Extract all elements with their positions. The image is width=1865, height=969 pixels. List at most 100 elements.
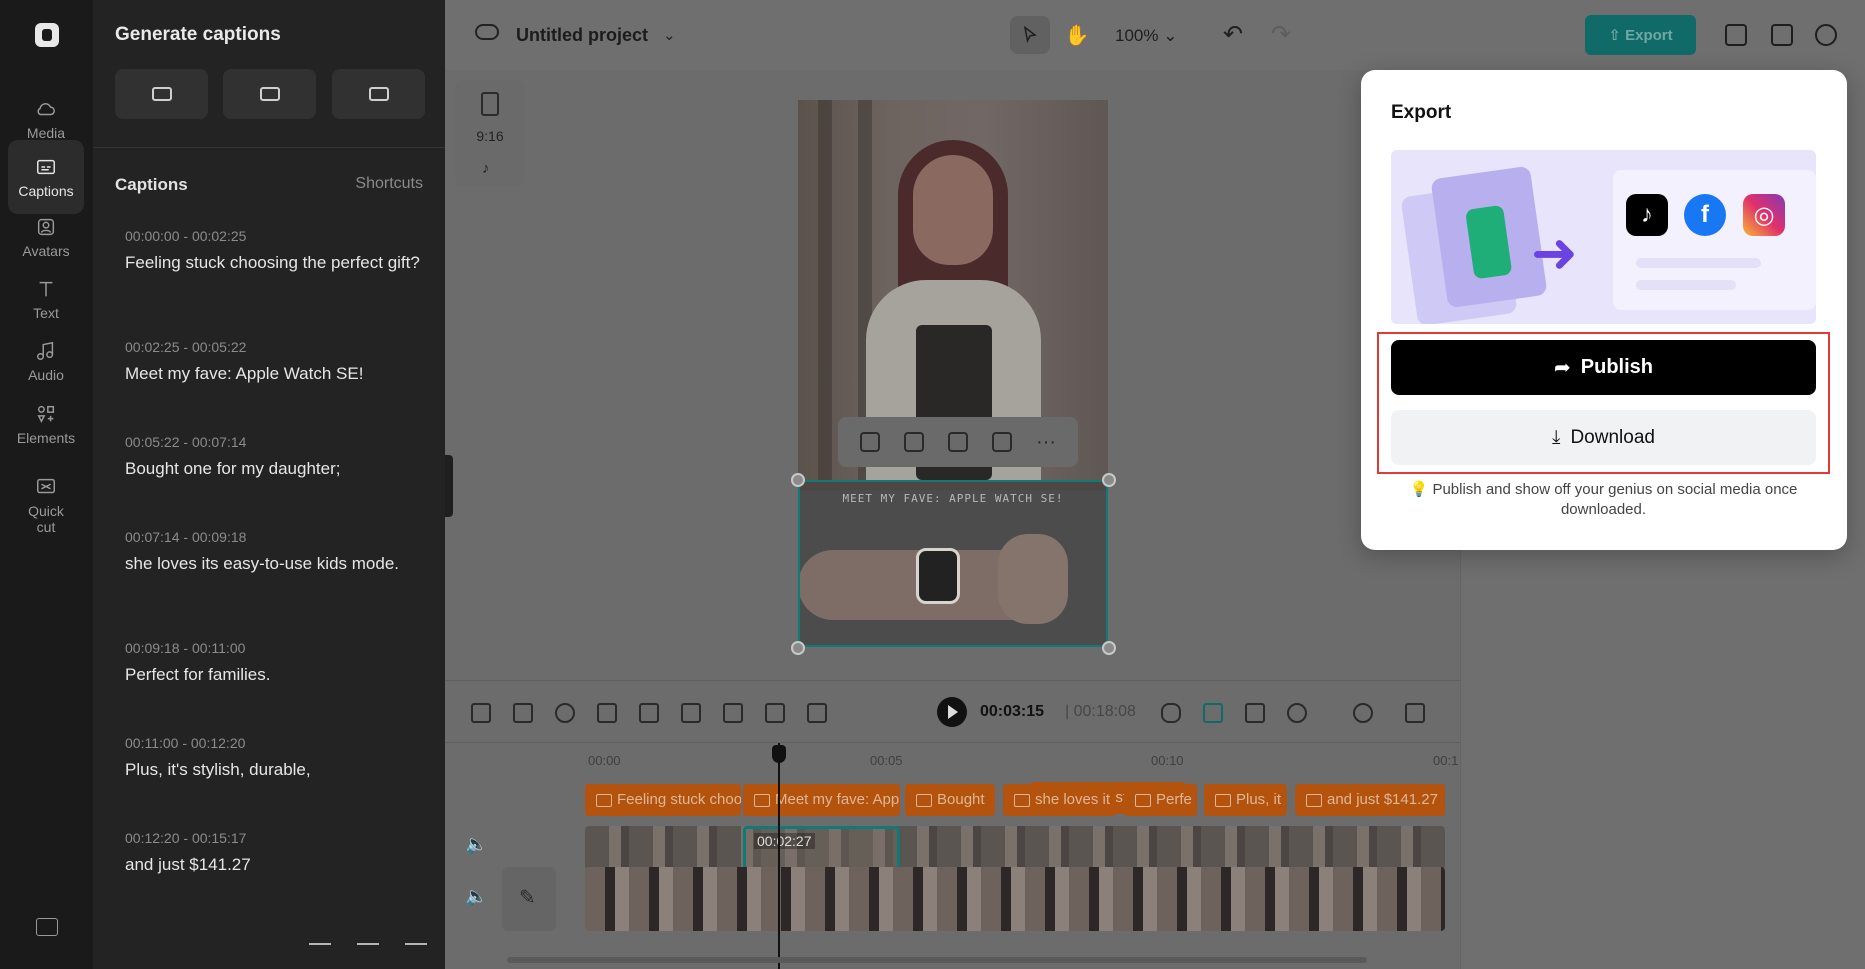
crop-icon[interactable] (597, 703, 617, 723)
edit-track-button[interactable] (502, 867, 556, 931)
rail-item-quick-cut[interactable]: Quick cut (8, 460, 84, 550)
selected-clip[interactable]: 00:02:27 (743, 826, 900, 870)
app-logo[interactable] (35, 23, 59, 47)
scan-captions-button[interactable] (332, 69, 425, 119)
freeze-icon[interactable] (681, 703, 701, 723)
search-replace-icon[interactable] (405, 923, 427, 945)
resize-handle[interactable] (791, 641, 805, 655)
delete-icon[interactable] (513, 703, 533, 723)
fullscreen-icon[interactable] (1405, 703, 1425, 723)
tiktok-icon: ♪ (1626, 194, 1668, 236)
more-icon[interactable]: ··· (1036, 432, 1056, 452)
caption-item[interactable]: 00:05:22 - 00:07:14 Bought one for my da… (125, 434, 425, 479)
main-video-track[interactable] (585, 867, 1445, 931)
ratio-label: 9:16 (476, 128, 504, 144)
select-tool-button[interactable] (1010, 16, 1050, 54)
caption-clip[interactable]: and just $141.27 (1295, 784, 1445, 816)
settings-gear-icon[interactable] (1815, 24, 1837, 46)
resize-handle[interactable] (1102, 473, 1116, 487)
current-time: 00:03:15 (980, 703, 1045, 720)
mask-icon[interactable] (992, 432, 1012, 452)
cloud-save-icon[interactable] (475, 24, 499, 40)
share-icon: ➦ (1554, 357, 1571, 379)
video-track[interactable] (585, 826, 1445, 870)
translate-icon[interactable] (357, 923, 379, 945)
zoom-select[interactable]: 100% ⌄ (1115, 26, 1177, 46)
caption-clip[interactable]: she loves it (1003, 784, 1116, 816)
lightbulb-icon: 💡 (1409, 481, 1429, 498)
caption-clip[interactable]: Feeling stuck choosing the perfect gift? (585, 784, 741, 816)
resize-handle[interactable] (791, 473, 805, 487)
caption-item[interactable]: 00:12:20 - 00:15:17 and just $141.27 (125, 830, 425, 875)
caption-text[interactable]: Meet my fave: Apple Watch SE! (125, 364, 425, 384)
export-modal: Export ➜ ♪ f ◎ ➦ Publish ⤓ Download 💡 Pu… (1361, 70, 1847, 550)
subtitle-file-button[interactable] (223, 69, 316, 119)
collapse-panel-handle[interactable] (445, 455, 453, 517)
speed-icon[interactable] (555, 703, 575, 723)
playhead[interactable] (772, 743, 786, 969)
download-button[interactable]: ⤓ Download (1391, 410, 1816, 465)
redo-icon[interactable]: ↷ (1271, 20, 1291, 49)
split-screen-icon[interactable] (1245, 703, 1265, 723)
caption-item[interactable]: 00:00:00 - 00:02:25 Feeling stuck choosi… (125, 228, 425, 273)
caption-clip[interactable]: Meet my fave: Apple Watch SE! (743, 784, 900, 816)
caption-clip[interactable]: Plus, it (1204, 784, 1287, 816)
export-illustration: ➜ ♪ f ◎ (1391, 150, 1816, 324)
caption-text[interactable]: and just $141.27 (125, 855, 425, 875)
layers-icon[interactable] (1725, 24, 1747, 46)
magnet-icon[interactable] (1203, 703, 1223, 723)
download-icon[interactable] (807, 703, 827, 723)
hand-tool-button[interactable]: ✋ (1057, 16, 1097, 54)
download-captions-icon[interactable] (309, 923, 331, 945)
smart-cut-icon[interactable] (765, 703, 785, 723)
floating-toolbar: ··· (838, 417, 1078, 467)
shortcuts-link[interactable]: Shortcuts (355, 175, 423, 193)
timeline-scrollbar[interactable] (507, 957, 1367, 963)
publish-button[interactable]: ➦ Publish (1391, 340, 1816, 395)
zoom-out-icon[interactable] (1287, 703, 1307, 723)
caption-clip[interactable]: Bought (905, 784, 995, 816)
caption-item[interactable]: 00:02:25 - 00:05:22 Meet my fave: Apple … (125, 339, 425, 384)
export-button[interactable]: ⇧ Export (1585, 15, 1696, 55)
video-preview[interactable]: MEET MY FAVE: APPLE WATCH SE! (798, 100, 1108, 647)
export-tip: 💡 Publish and show off your genius on so… (1391, 480, 1816, 520)
caption-text[interactable]: she loves its easy-to-use kids mode. (125, 554, 425, 574)
download-icon: ⤓ (1552, 426, 1561, 448)
caption-text[interactable]: Perfect for families. (125, 665, 425, 685)
undo-icon[interactable]: ↶ (1223, 20, 1243, 49)
split-icon[interactable] (471, 703, 491, 723)
arrow-icon: ➜ (1531, 221, 1578, 284)
instagram-icon: ◎ (1743, 194, 1785, 236)
selection-box[interactable] (798, 480, 1108, 647)
placeholder-line (1636, 280, 1736, 290)
captions-tool-icon[interactable] (723, 703, 743, 723)
replace-image-icon[interactable] (860, 432, 880, 452)
caption-text[interactable]: Plus, it's stylish, durable, (125, 760, 425, 780)
zoom-in-icon[interactable] (1353, 703, 1373, 723)
speaker-icon[interactable]: 🔈 (465, 886, 487, 907)
canvas-area[interactable]: 9:16 ♪ MEET MY FAVE: APPLE WATCH SE! (445, 70, 1460, 680)
caption-overlay-text[interactable]: MEET MY FAVE: APPLE WATCH SE! (798, 492, 1108, 505)
aspect-ratio-card[interactable]: 9:16 ♪ (455, 80, 525, 186)
timeline-ruler[interactable]: 00:00 00:05 00:10 00:1 (445, 743, 1460, 773)
caption-text[interactable]: Feeling stuck choosing the perfect gift? (125, 253, 425, 273)
fit-icon[interactable] (904, 432, 924, 452)
play-button[interactable] (937, 697, 967, 727)
panel-layout-icon[interactable] (1771, 24, 1793, 46)
chevron-down-icon[interactable]: ⌄ (663, 26, 676, 44)
caption-text[interactable]: Bought one for my daughter; (125, 459, 425, 479)
speaker-icon[interactable]: 🔈 (465, 834, 487, 855)
rail-item-elements[interactable]: Elements (8, 387, 84, 461)
auto-captions-button[interactable] (115, 69, 208, 119)
tiktok-icon: ♪ (482, 160, 490, 177)
project-name[interactable]: Untitled project (516, 25, 648, 46)
caption-item[interactable]: 00:11:00 - 00:12:20 Plus, it's stylish, … (125, 735, 425, 780)
resize-handle[interactable] (1102, 641, 1116, 655)
crop-icon[interactable] (948, 432, 968, 452)
flip-icon[interactable] (639, 703, 659, 723)
caption-item[interactable]: 00:09:18 - 00:11:00 Perfect for families… (125, 640, 425, 685)
caption-item[interactable]: 00:07:14 - 00:09:18 she loves its easy-t… (125, 529, 425, 574)
keyboard-icon[interactable] (36, 918, 58, 936)
microphone-icon[interactable] (1161, 703, 1181, 723)
caption-clip[interactable]: Perfe (1124, 784, 1197, 816)
